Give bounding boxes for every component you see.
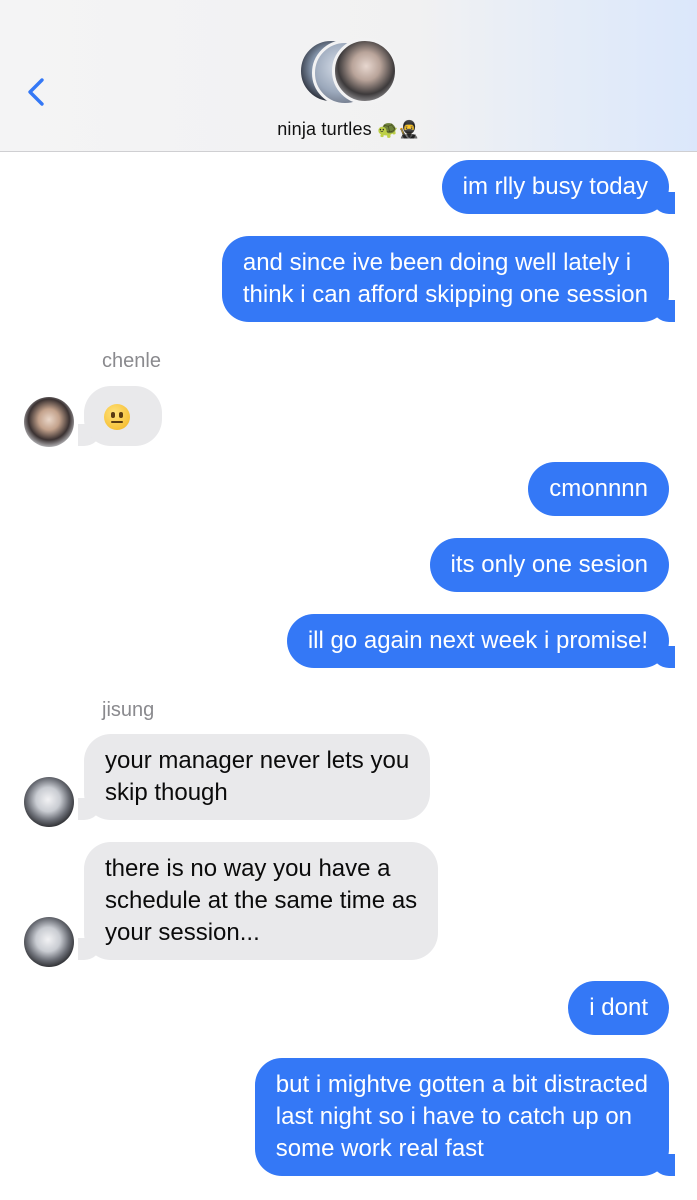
message-line: cmonnnn <box>549 475 648 502</box>
outgoing-message-bubble[interactable]: but i mightve gotten a bit distracted la… <box>254 1058 676 1176</box>
message-line: skip though <box>105 779 228 806</box>
jisung-avatar[interactable] <box>24 917 74 967</box>
back-button[interactable] <box>22 72 58 112</box>
message-line: think i can afford skipping one session <box>242 281 648 308</box>
outgoing-message-bubble[interactable]: cmonnnn <box>528 462 669 516</box>
message-line: i dont <box>589 994 648 1021</box>
message-line: ill go again next week i promise! <box>307 627 648 654</box>
message-line: last night so i have to catch up on <box>275 1103 633 1130</box>
message-line: there is no way you have a <box>105 855 391 882</box>
group-name-text: ninja turtles <box>277 119 372 139</box>
incoming-message-bubble[interactable]: your manager never lets you skip though <box>77 734 431 820</box>
chevron-left-icon <box>28 78 44 106</box>
message-line: but i mightve gotten a bit distracted <box>275 1071 648 1098</box>
message-line: schedule at the same time as <box>105 887 418 914</box>
member-avatar <box>332 38 398 104</box>
message-line: your session... <box>105 919 260 946</box>
neutral-face-emoji <box>104 403 130 430</box>
sender-name: chenle <box>102 350 161 372</box>
jisung-avatar[interactable] <box>24 777 74 827</box>
outgoing-message-bubble[interactable]: and since ive been doing well lately i t… <box>221 236 676 322</box>
outgoing-message-bubble[interactable]: its only one sesion <box>429 538 669 592</box>
message-line: its only one sesion <box>450 551 648 578</box>
conversation-header: ninja turtles 🐢🥷 <box>0 0 697 152</box>
message-line: and since ive been doing well lately i <box>242 249 632 276</box>
message-line: some work real fast <box>275 1135 484 1162</box>
group-name[interactable]: ninja turtles 🐢🥷 <box>0 119 697 140</box>
outgoing-message-bubble[interactable]: im rlly busy today <box>441 160 676 214</box>
group-avatar[interactable] <box>298 38 402 108</box>
outgoing-message-bubble[interactable]: ill go again next week i promise! <box>286 614 676 668</box>
sender-name: jisung <box>102 699 155 721</box>
group-name-emoji: 🐢🥷 <box>377 120 420 140</box>
chenle-avatar[interactable] <box>24 397 74 447</box>
outgoing-message-bubble[interactable]: i dont <box>568 981 669 1035</box>
message-line: your manager never lets you <box>105 747 410 774</box>
incoming-message-bubble[interactable] <box>78 386 162 446</box>
message-line: im rlly busy today <box>462 173 648 200</box>
incoming-message-bubble[interactable]: there is no way you have a schedule at t… <box>77 842 439 960</box>
